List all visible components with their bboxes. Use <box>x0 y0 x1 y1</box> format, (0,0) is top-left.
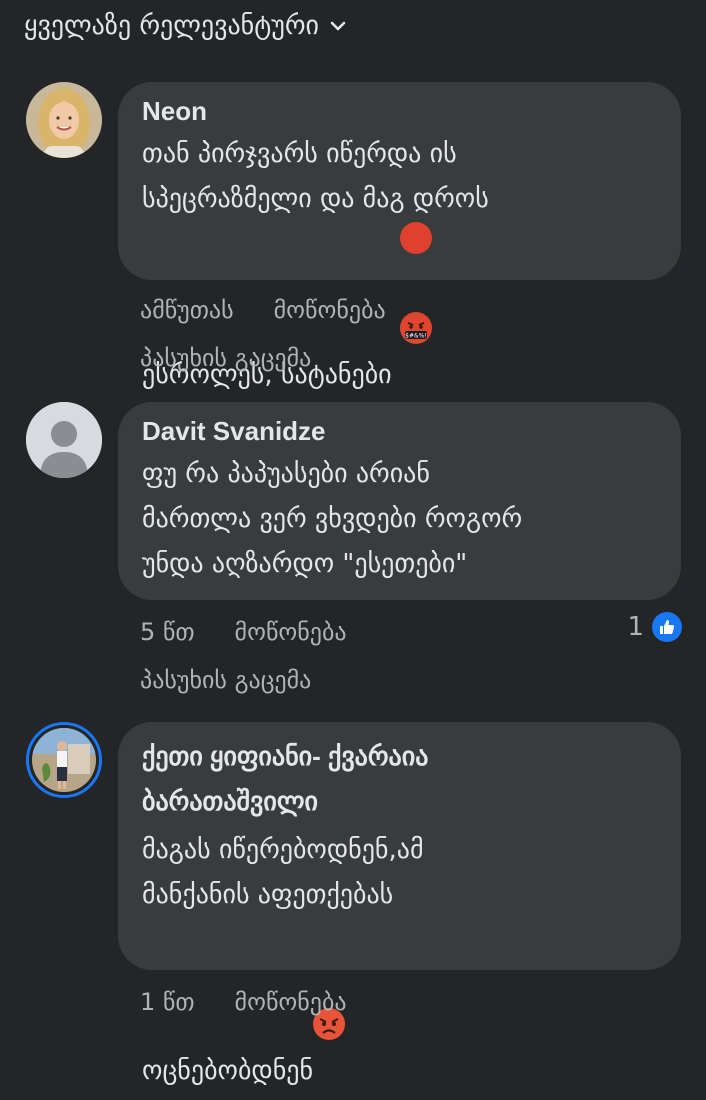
default-avatar-icon <box>26 402 102 478</box>
profile-photo <box>26 82 102 158</box>
avatar[interactable] <box>26 722 102 798</box>
comment-time: 1 წთ <box>140 988 195 1016</box>
sort-dropdown[interactable]: ყველაზე რელევანტური <box>24 6 347 46</box>
like-button[interactable]: მოწონება <box>235 618 347 646</box>
comment-author[interactable]: ქეთი ყიფიანი- ქვარაია ბარათაშვილი <box>142 734 657 824</box>
sort-label: ყველაზე რელევანტური <box>24 11 319 41</box>
reply-button[interactable]: პასუხის გაცემა <box>140 666 311 694</box>
comment-time: ამწუთას <box>140 296 234 324</box>
comment-text: ფუ რა პაპუასები არიან მართლა ვერ ვხვდები… <box>142 459 523 579</box>
reply-button[interactable]: პასუხის გაცემა <box>140 344 311 372</box>
angry-face-icon <box>313 918 346 1040</box>
comment-actions: ამწუთას მოწონება <box>140 296 386 324</box>
reaction-summary[interactable]: 1 <box>627 612 682 642</box>
comment-author[interactable]: Davit Svanidze <box>142 414 657 448</box>
like-icon <box>652 612 682 642</box>
avatar[interactable] <box>26 82 102 158</box>
svg-text:$#&%!: $#&%! <box>405 333 427 340</box>
reaction-count: 1 <box>627 612 644 642</box>
comment-time: 5 წთ <box>140 618 195 646</box>
cursing-face-icon: $#&%! <box>399 222 432 344</box>
comment-author[interactable]: Neon <box>142 94 657 128</box>
comment-actions: 1 წთ მოწონება <box>140 988 347 1016</box>
comment-actions: 5 წთ მოწონება <box>140 618 347 646</box>
comment-bubble: Neon თან პირჯვარს იწერდა ის სპეცრაზმელი … <box>118 82 681 390</box>
avatar[interactable] <box>26 402 102 478</box>
comment-bubble: ქეთი ყიფიანი- ქვარაია ბარათაშვილი მაგას … <box>118 722 681 1086</box>
like-button[interactable]: მოწონება <box>235 988 347 1016</box>
chevron-down-icon <box>330 21 346 31</box>
comment-text: მაგას იწერებოდნენ,ამ მანქანის აფეთქებას … <box>142 835 424 1086</box>
comment-bubble: Davit Svanidze ფუ რა პაპუასები არიან მარ… <box>118 402 681 600</box>
profile-photo <box>32 728 96 792</box>
like-button[interactable]: მოწონება <box>274 296 386 324</box>
